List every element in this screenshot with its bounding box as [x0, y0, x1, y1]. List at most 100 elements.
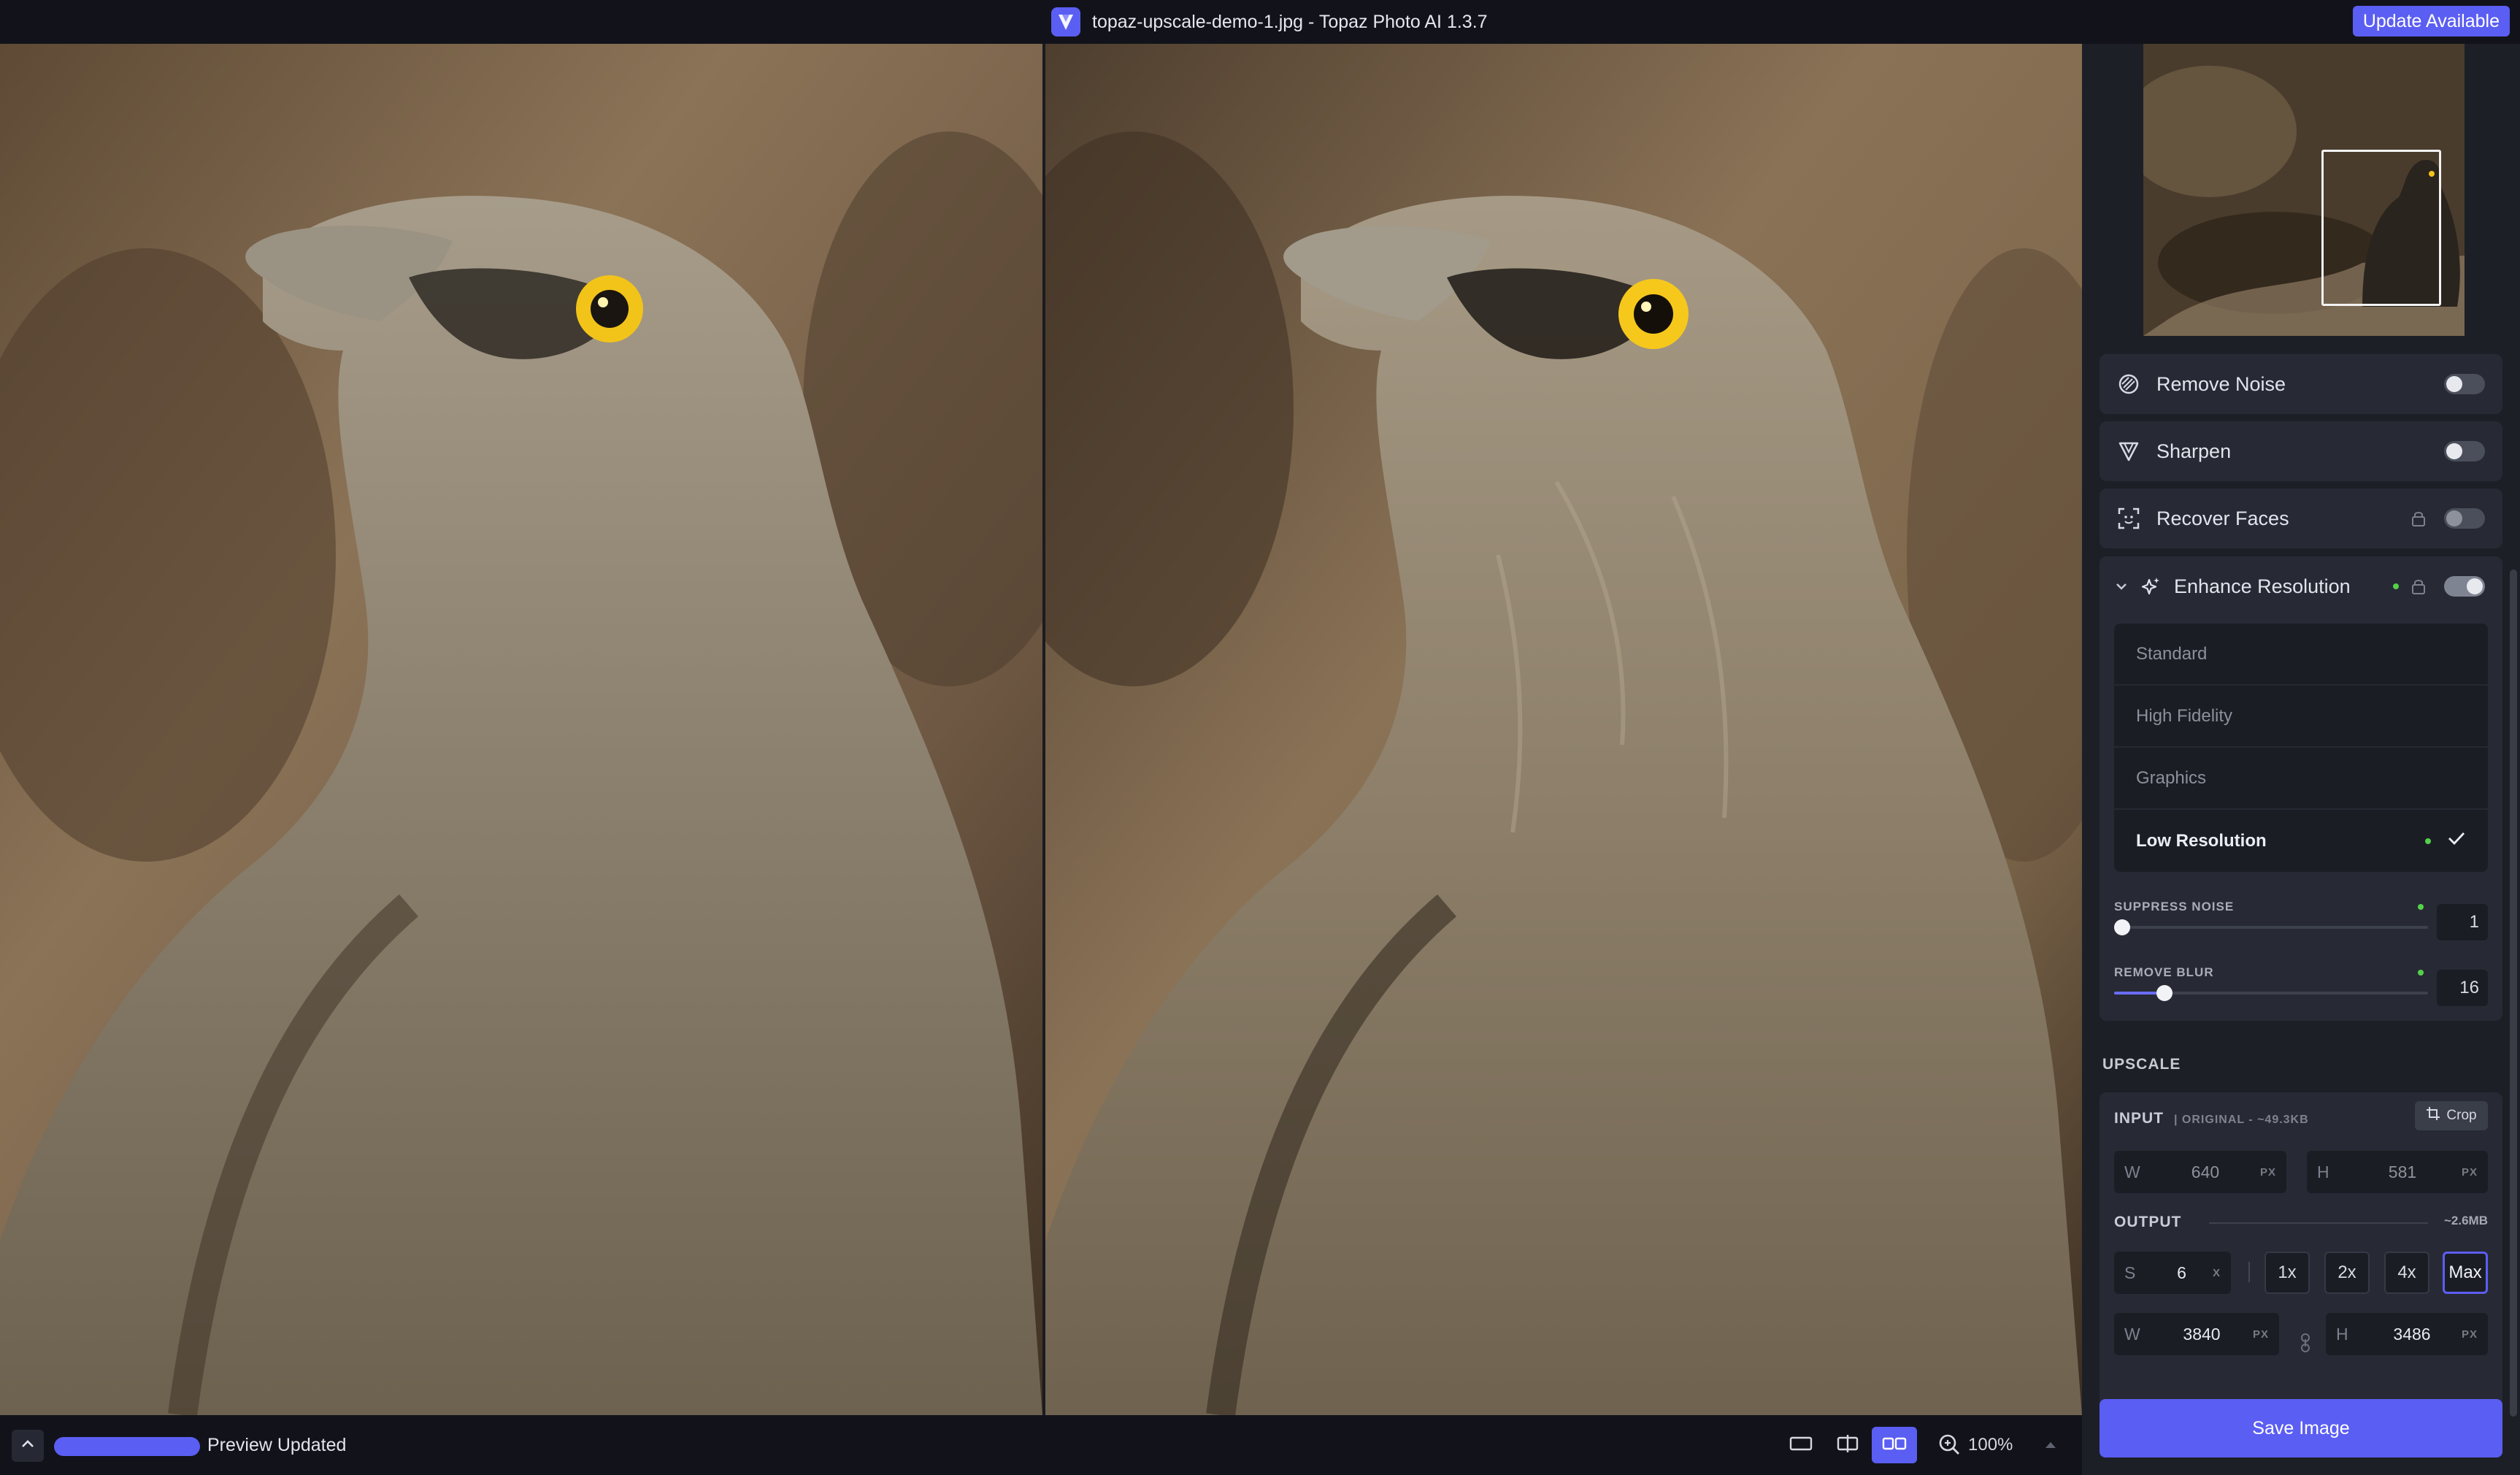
- remove-blur-slider-handle[interactable]: [2156, 985, 2173, 1001]
- scale-2x-button[interactable]: 2x: [2324, 1252, 2370, 1294]
- output-width-field[interactable]: W 3840 PX: [2114, 1313, 2279, 1355]
- checkmark-icon: [2447, 830, 2466, 851]
- width-prefix: W: [2124, 1324, 2140, 1344]
- unit-label: PX: [2259, 1165, 2276, 1179]
- enhanced-photo: [1045, 44, 2082, 1415]
- split-view-icon: [1836, 1433, 1859, 1457]
- input-label: INPUT: [2114, 1110, 2164, 1127]
- crop-label: Crop: [2446, 1108, 2477, 1123]
- width-prefix: W: [2124, 1162, 2140, 1181]
- input-width-value: 640: [2191, 1162, 2220, 1181]
- enhanced-preview-pane[interactable]: [1045, 44, 2082, 1415]
- output-label: OUTPUT: [2114, 1214, 2182, 1230]
- side-by-side-icon: [1882, 1435, 1907, 1456]
- output-width-value: 3840: [2183, 1324, 2221, 1344]
- chevron-down-icon[interactable]: [2113, 575, 2130, 598]
- unit-label: PX: [2461, 1328, 2478, 1341]
- suppress-noise-control: SUPPRESS NOISE 1: [2114, 900, 2488, 946]
- output-height-field[interactable]: H 3486 PX: [2326, 1313, 2488, 1355]
- single-view-icon: [1789, 1435, 1813, 1456]
- enhance-resolution-toggle[interactable]: [2444, 576, 2485, 597]
- suppress-noise-label: SUPPRESS NOISE: [2114, 900, 2235, 913]
- link-aspect-icon[interactable]: [2298, 1332, 2313, 1354]
- zoom-level[interactable]: 100%: [1968, 1435, 2013, 1455]
- sharpen-card[interactable]: Sharpen: [2100, 421, 2502, 481]
- input-info: | ORIGINAL - ~49.3KB: [2174, 1114, 2309, 1126]
- output-divider: [2209, 1222, 2428, 1224]
- recover-faces-toggle[interactable]: [2444, 508, 2485, 529]
- panel-scrollbar[interactable]: [2510, 570, 2517, 1417]
- unit-label: PX: [2252, 1328, 2269, 1341]
- model-option-low-resolution[interactable]: Low Resolution: [2114, 810, 2488, 872]
- topaz-logo-icon: [1051, 7, 1080, 37]
- enhance-resolution-label: Enhance Resolution: [2174, 575, 2351, 597]
- sharpen-label: Sharpen: [2156, 440, 2232, 462]
- scale-1x-button[interactable]: 1x: [2264, 1252, 2310, 1294]
- upscale-card: INPUT | ORIGINAL - ~49.3KB Crop W 640 PX …: [2100, 1092, 2502, 1414]
- original-photo: [0, 44, 1042, 1415]
- enhance-sparkle-icon: [2139, 575, 2162, 598]
- image-viewer[interactable]: [0, 44, 2082, 1415]
- output-height-value: 3486: [2393, 1324, 2431, 1344]
- scale-4x-button[interactable]: 4x: [2384, 1252, 2429, 1294]
- model-option-graphics[interactable]: Graphics: [2114, 748, 2488, 810]
- status-text: Preview Updated: [207, 1435, 347, 1455]
- navigator-thumbnail[interactable]: [2143, 44, 2465, 336]
- split-view-button[interactable]: [1825, 1427, 1870, 1463]
- remove-noise-toggle[interactable]: [2444, 374, 2485, 394]
- scale-unit: X: [2212, 1266, 2221, 1279]
- model-option-standard[interactable]: Standard: [2114, 624, 2488, 686]
- recover-faces-icon: [2117, 507, 2140, 530]
- zoom-icon[interactable]: [1936, 1431, 1964, 1459]
- scale-factor-field[interactable]: S 6 X: [2114, 1252, 2231, 1294]
- sharpen-icon: [2117, 440, 2140, 463]
- remove-blur-value[interactable]: 16: [2437, 970, 2488, 1006]
- chevron-up-icon: [20, 1436, 36, 1456]
- remove-noise-icon: [2117, 372, 2140, 396]
- input-row-label: INPUT | ORIGINAL - ~49.3KB: [2114, 1110, 2309, 1127]
- navigator-viewport-rect[interactable]: [2321, 150, 2441, 306]
- recover-faces-card[interactable]: Recover Faces: [2100, 489, 2502, 548]
- original-preview-pane[interactable]: [0, 44, 1042, 1415]
- active-dot: [2418, 970, 2424, 976]
- recover-faces-label: Recover Faces: [2156, 507, 2289, 529]
- scale-max-button[interactable]: Max: [2443, 1252, 2488, 1294]
- upscale-section-title: UPSCALE: [2102, 1056, 2181, 1073]
- model-option-label: Low Resolution: [2136, 830, 2267, 851]
- bottom-bar: Preview Updated 100%: [0, 1415, 2082, 1475]
- suppress-noise-slider-handle[interactable]: [2114, 919, 2130, 935]
- input-height-value: 581: [2388, 1162, 2417, 1181]
- preview-progress-bar: [54, 1437, 200, 1456]
- output-size: ~2.6MB: [2444, 1214, 2488, 1227]
- expand-panel-button[interactable]: [12, 1430, 44, 1462]
- active-dot: [2393, 583, 2399, 589]
- crop-icon: [2426, 1106, 2440, 1125]
- remove-blur-label: REMOVE BLUR: [2114, 965, 2214, 979]
- sharpen-toggle[interactable]: [2444, 441, 2485, 461]
- remove-noise-card[interactable]: Remove Noise: [2100, 354, 2502, 414]
- input-width-field: W 640 PX: [2114, 1151, 2286, 1193]
- settings-panel: Remove Noise Sharpen Recover Faces Enhan…: [2082, 44, 2520, 1475]
- zoom-caret-up-icon[interactable]: [2041, 1436, 2060, 1455]
- model-option-label: Graphics: [2136, 767, 2207, 788]
- remove-blur-control: REMOVE BLUR 16: [2114, 965, 2488, 1012]
- enhance-resolution-card: Enhance Resolution Standard High Fidelit…: [2100, 556, 2502, 1021]
- side-by-side-view-button[interactable]: [1872, 1427, 1917, 1463]
- model-option-high-fidelity[interactable]: High Fidelity: [2114, 686, 2488, 748]
- lock-icon: [2409, 509, 2428, 528]
- suppress-noise-track[interactable]: [2114, 926, 2428, 929]
- enhance-resolution-header[interactable]: Enhance Resolution: [2100, 556, 2502, 616]
- suppress-noise-value[interactable]: 1: [2437, 904, 2488, 940]
- active-dot: [2425, 838, 2431, 844]
- crop-button[interactable]: Crop: [2415, 1101, 2488, 1130]
- update-available-button[interactable]: Update Available: [2352, 6, 2510, 37]
- save-image-button[interactable]: Save Image: [2100, 1399, 2502, 1457]
- model-option-label: Standard: [2136, 643, 2208, 664]
- active-dot: [2418, 904, 2424, 910]
- window-title: topaz-upscale-demo-1.jpg - Topaz Photo A…: [1092, 11, 1488, 32]
- height-prefix: H: [2317, 1162, 2329, 1181]
- single-view-button[interactable]: [1778, 1427, 1824, 1463]
- title-bar: topaz-upscale-demo-1.jpg - Topaz Photo A…: [0, 0, 2520, 44]
- unit-label: PX: [2461, 1165, 2478, 1179]
- scale-prefix: S: [2124, 1263, 2136, 1282]
